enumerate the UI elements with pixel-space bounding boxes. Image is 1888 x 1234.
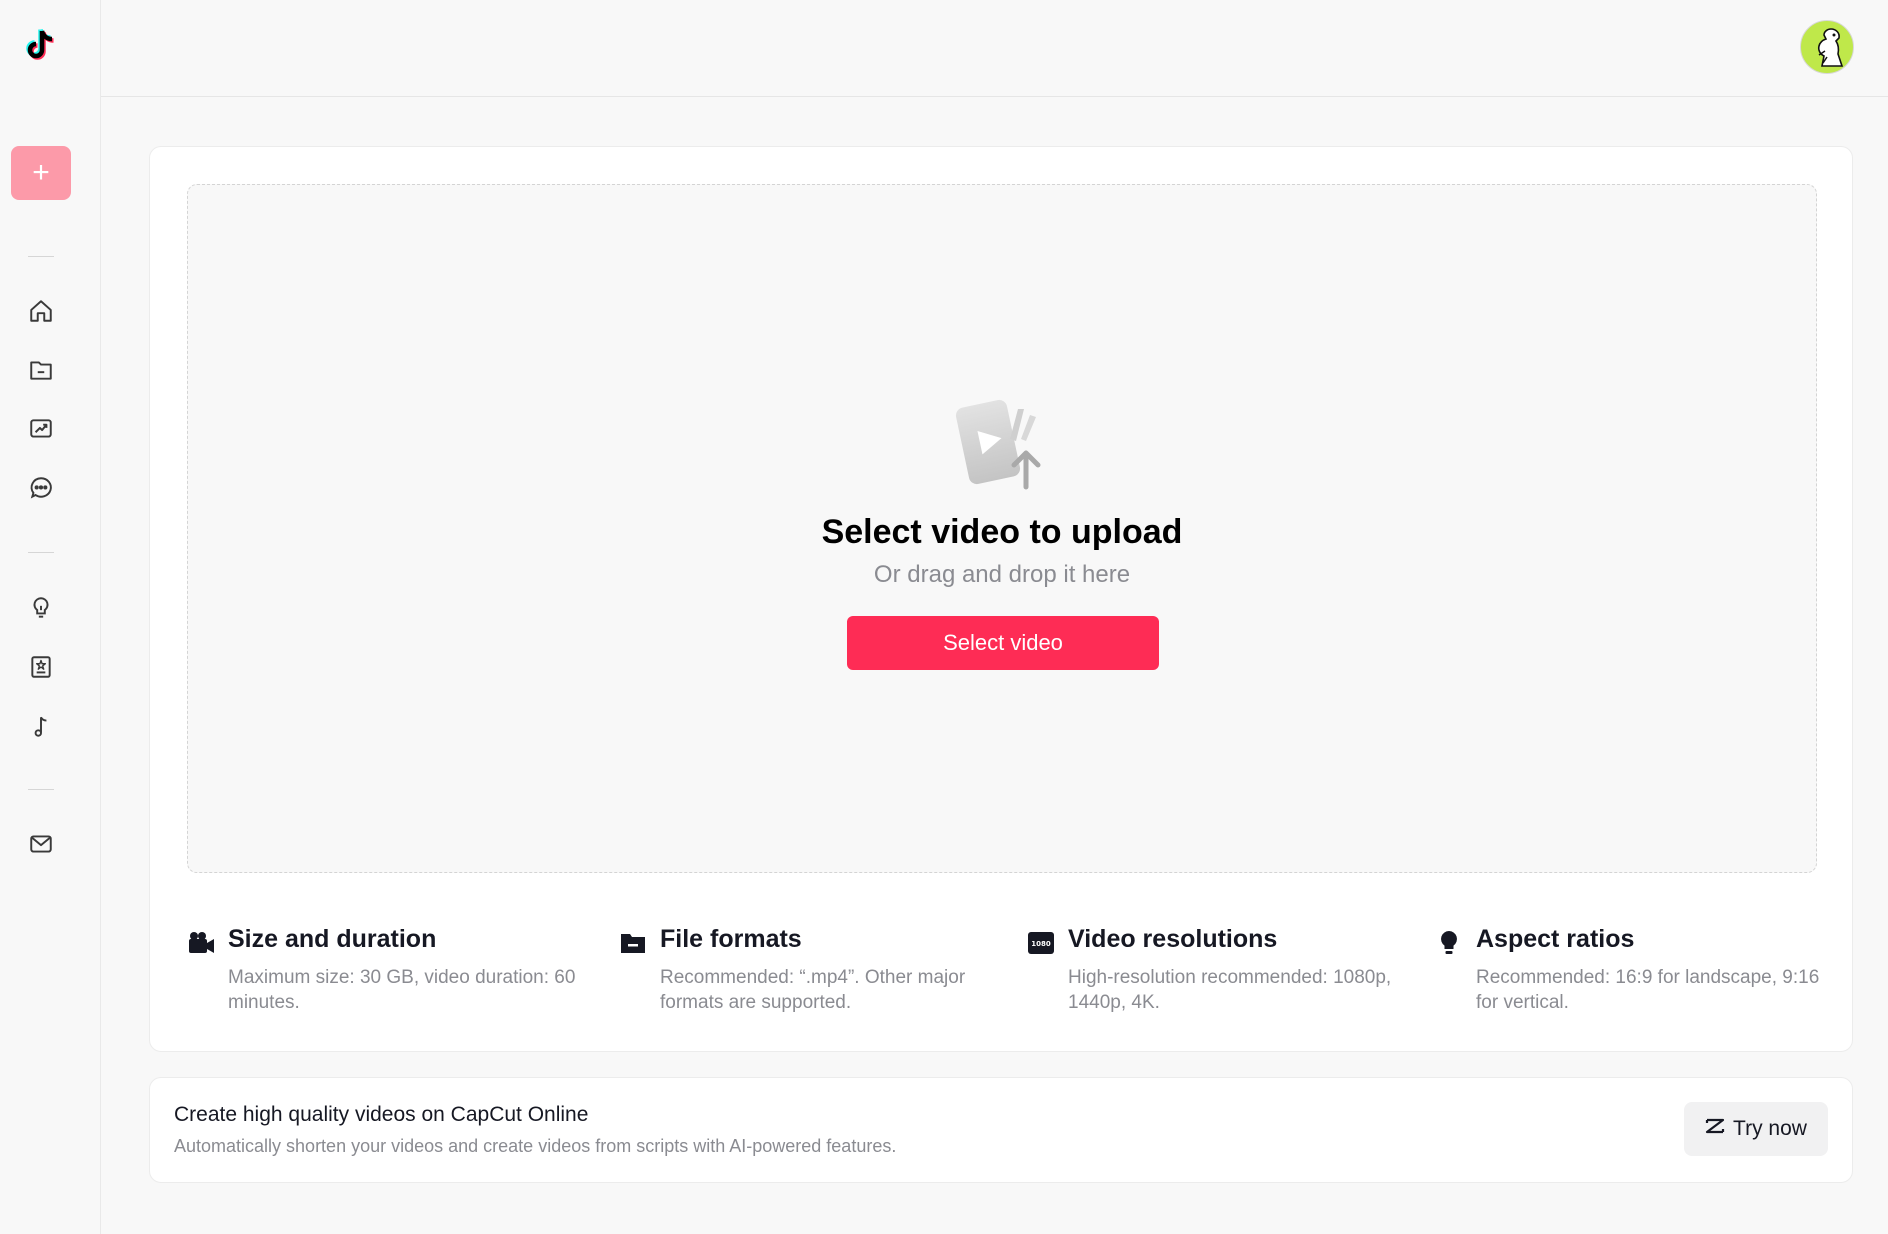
video-camera-icon	[187, 929, 215, 957]
info-text: Recommended: “.mp4”. Other major formats…	[660, 967, 966, 1013]
home-icon[interactable]	[24, 294, 58, 328]
info-title: Video resolutions	[1068, 925, 1278, 953]
upload-title: Select video to upload	[821, 513, 1183, 551]
banner-title: Create high quality videos on CapCut Onl…	[174, 1103, 589, 1126]
sidebar: +	[0, 0, 101, 1234]
upload-dropzone[interactable]: Select video to upload Or drag and drop …	[187, 184, 1817, 873]
analytics-icon[interactable]	[24, 412, 58, 446]
select-video-button[interactable]: Select video	[847, 616, 1159, 670]
video-upload-icon	[950, 395, 1060, 495]
resolution-1080-icon: 1080	[1027, 929, 1055, 957]
info-text: Recommended: 16:9 for landscape, 9:16 fo…	[1476, 967, 1820, 1013]
info-title: Aspect ratios	[1476, 925, 1635, 953]
lightbulb-icon[interactable]	[24, 591, 58, 625]
mail-icon[interactable]	[24, 827, 58, 861]
upload-card: Select video to upload Or drag and drop …	[149, 146, 1853, 1052]
banner-subtitle: Automatically shorten your videos and cr…	[174, 1136, 897, 1156]
top-bar	[101, 0, 1888, 97]
music-icon[interactable]	[24, 709, 58, 743]
sidebar-divider	[28, 256, 54, 257]
capcut-icon	[1705, 1117, 1725, 1141]
info-text: Maximum size: 30 GB, video duration: 60 …	[228, 967, 576, 1013]
try-now-label: Try now	[1733, 1117, 1807, 1140]
info-text: High-resolution recommended: 1080p, 1440…	[1068, 967, 1392, 1013]
folder-icon	[619, 929, 647, 957]
svg-text:1080: 1080	[1031, 940, 1051, 948]
info-title: Size and duration	[228, 925, 437, 953]
try-now-button[interactable]: Try now	[1684, 1102, 1828, 1156]
upload-button[interactable]: +	[11, 146, 71, 200]
sidebar-divider	[28, 552, 54, 553]
folder-icon[interactable]	[24, 353, 58, 387]
creator-academy-icon[interactable]	[24, 650, 58, 684]
capcut-banner: Create high quality videos on CapCut Onl…	[149, 1077, 1853, 1183]
avatar[interactable]	[1800, 20, 1854, 74]
info-title: File formats	[660, 925, 802, 953]
comments-icon[interactable]	[24, 471, 58, 505]
tiktok-logo-icon[interactable]	[22, 25, 62, 67]
upload-subtitle: Or drag and drop it here	[873, 561, 1131, 588]
lightbulb-icon	[1435, 929, 1463, 957]
sidebar-divider	[28, 789, 54, 790]
plus-icon: +	[32, 156, 50, 189]
